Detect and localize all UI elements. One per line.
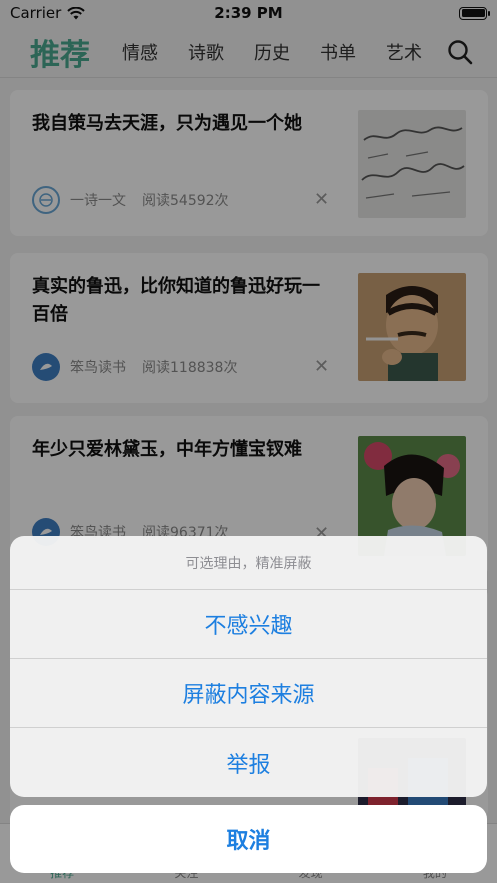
report-button[interactable]: 举报 <box>10 728 487 797</box>
action-sheet: 可选理由，精准屏蔽 不感兴趣 屏蔽内容来源 举报 <box>10 536 487 797</box>
not-interested-button[interactable]: 不感兴趣 <box>10 590 487 659</box>
action-sheet-title: 可选理由，精准屏蔽 <box>10 536 487 590</box>
block-source-button[interactable]: 屏蔽内容来源 <box>10 659 487 728</box>
cancel-button[interactable]: 取消 <box>10 805 487 873</box>
